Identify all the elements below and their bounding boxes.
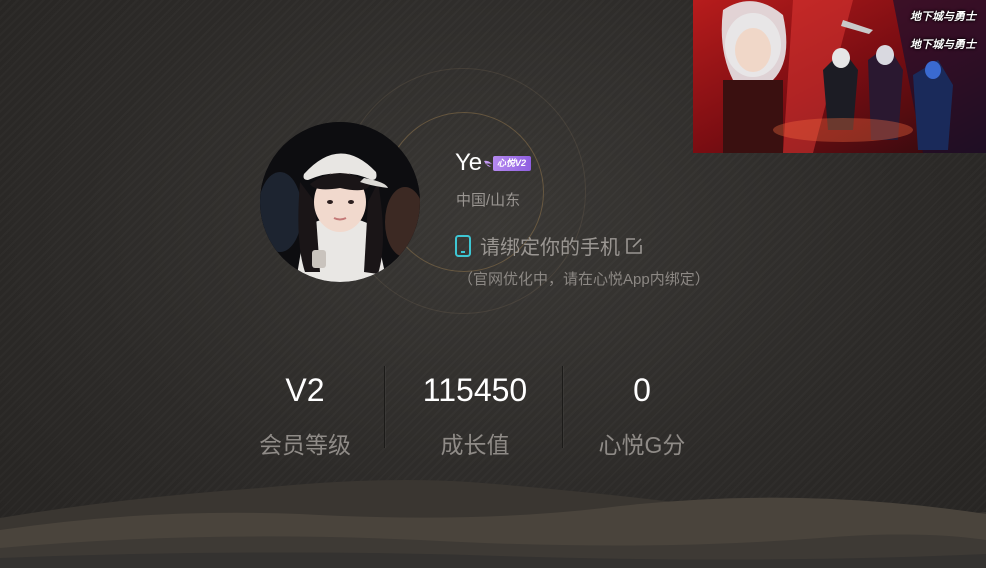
stat-growth: 115450 成长值 bbox=[385, 364, 565, 460]
bind-phone-note: （官网优化中，请在心悦App内绑定） bbox=[458, 271, 710, 288]
stat-member-level: V2 会员等级 bbox=[215, 364, 395, 460]
phone-icon bbox=[455, 234, 471, 257]
stat-label: 成长值 bbox=[440, 432, 510, 458]
stat-value: V2 bbox=[285, 372, 325, 408]
username: Ye bbox=[455, 149, 483, 176]
decorative-waves bbox=[0, 480, 986, 568]
bind-phone-text[interactable]: 请绑定你的手机 bbox=[480, 231, 620, 260]
location: 中国/山东 bbox=[456, 192, 521, 209]
avatar[interactable] bbox=[260, 122, 420, 282]
stat-g-points: 0 心悦G分 bbox=[552, 364, 732, 460]
game-ad-banner[interactable]: 地下城与勇士 地下城与勇士 bbox=[693, 0, 986, 153]
edit-icon[interactable] bbox=[624, 236, 644, 256]
vip-badge-label: 心悦V2 bbox=[493, 156, 532, 171]
stat-value: 0 bbox=[633, 372, 651, 408]
stat-label: 心悦G分 bbox=[598, 432, 686, 458]
game-logo: 地下城与勇士 bbox=[910, 10, 976, 23]
stat-label: 会员等级 bbox=[259, 432, 351, 458]
stats-bar: V2 会员等级 115450 成长值 0 心悦G分 bbox=[0, 364, 986, 458]
bind-phone-link[interactable]: 请绑定你的手机 bbox=[454, 231, 644, 260]
vip-badge[interactable]: 心悦V2 bbox=[483, 156, 532, 171]
game-logo: 地下城与勇士 bbox=[910, 38, 976, 51]
stat-value: 115450 bbox=[422, 372, 528, 408]
